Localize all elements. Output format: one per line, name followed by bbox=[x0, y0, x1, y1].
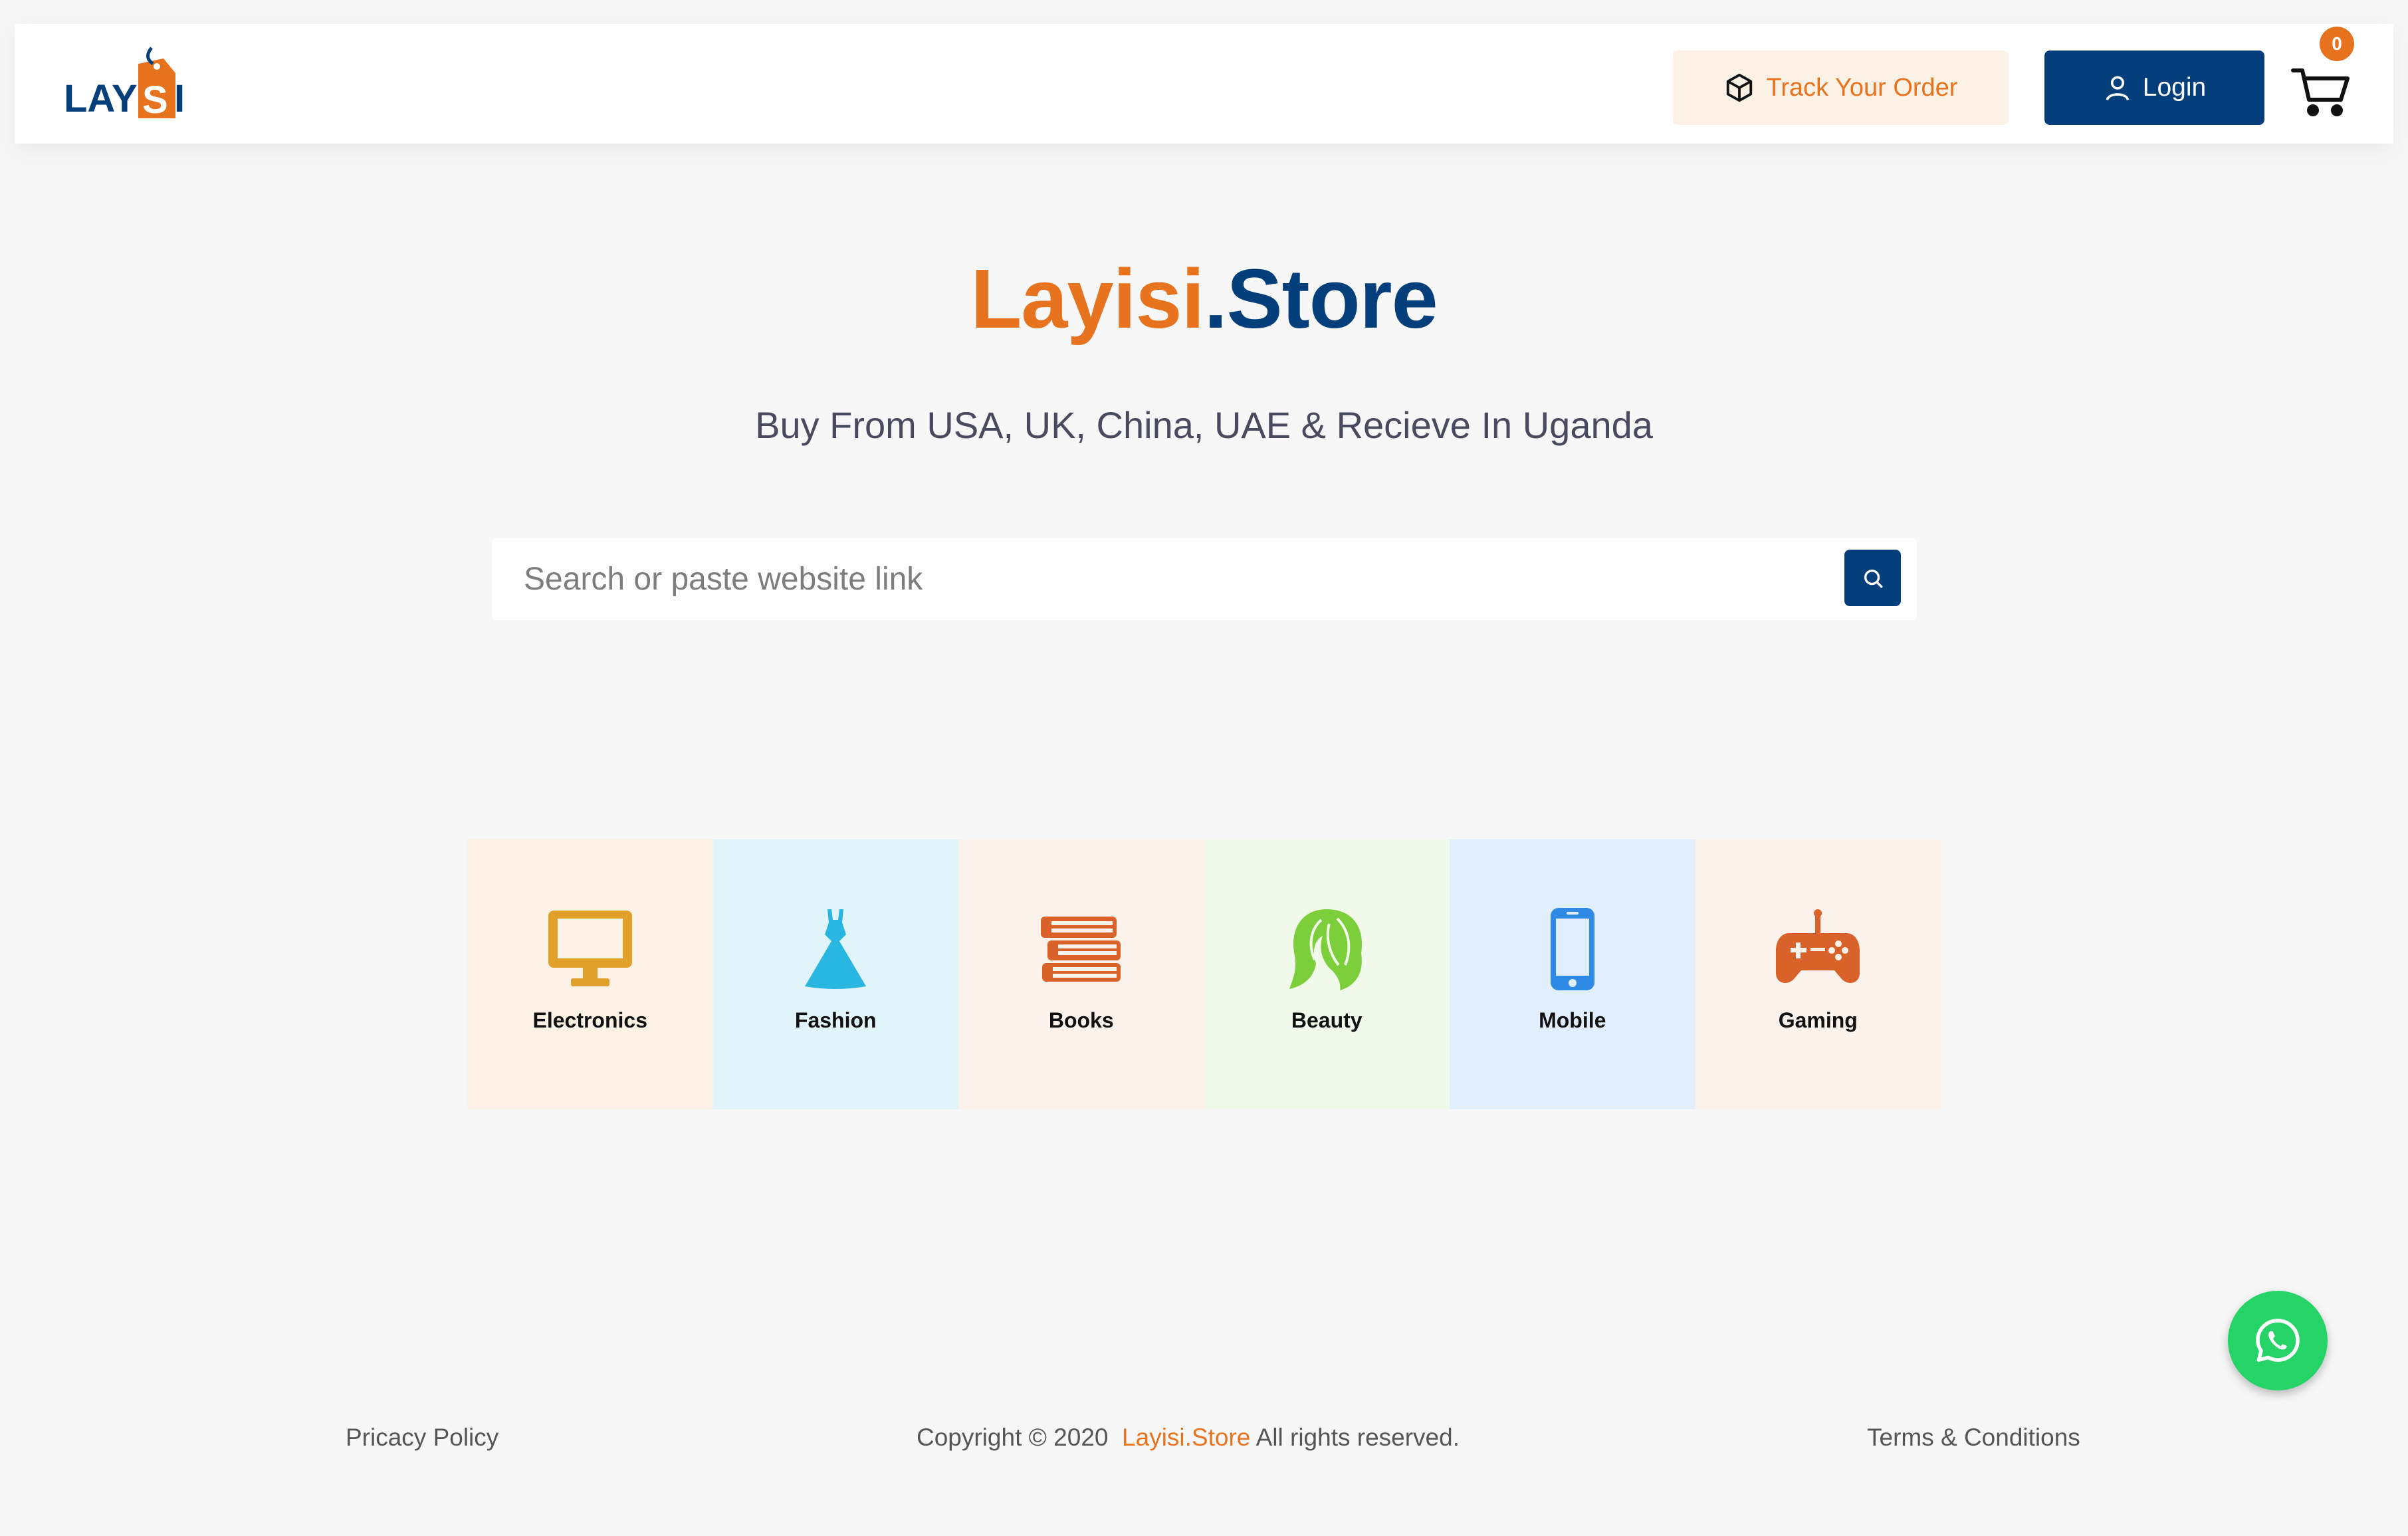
category-label: Beauty bbox=[1291, 1008, 1363, 1032]
login-button[interactable]: Login bbox=[2044, 51, 2264, 125]
monitor-icon bbox=[548, 911, 632, 986]
category-label: Gaming bbox=[1778, 1008, 1858, 1032]
hero-title: Layisi.Store bbox=[0, 246, 2408, 352]
hair-icon bbox=[1289, 909, 1363, 990]
category-gaming[interactable]: Gaming bbox=[1695, 839, 1941, 1109]
user-icon bbox=[2106, 76, 2130, 101]
page: LAYI S I Track Your Order Login 0 Layisi… bbox=[0, 0, 2408, 1536]
hero-suffix: .Store bbox=[1204, 252, 1438, 346]
track-order-label: Track Your Order bbox=[1766, 73, 1958, 102]
top-header: LAYI S I Track Your Order Login bbox=[15, 24, 2393, 144]
category-fashion[interactable]: Fashion bbox=[712, 839, 958, 1109]
layisi-logo[interactable]: LAYI S I bbox=[64, 44, 197, 125]
hero-brand: Layisi bbox=[970, 252, 1204, 346]
cart-count-badge: 0 bbox=[2320, 27, 2354, 61]
search-bar bbox=[492, 538, 1917, 620]
svg-text:I: I bbox=[174, 77, 185, 120]
cart-icon[interactable] bbox=[2290, 65, 2354, 118]
category-mobile[interactable]: Mobile bbox=[1450, 839, 1696, 1109]
search-input[interactable] bbox=[524, 538, 1820, 620]
category-books[interactable]: Books bbox=[958, 839, 1204, 1109]
svg-text:S: S bbox=[142, 78, 168, 122]
gamepad-icon bbox=[1776, 909, 1860, 983]
privacy-policy-link[interactable]: Pricacy Policy bbox=[346, 1422, 498, 1453]
copyright-suffix: All rights reserved. bbox=[1250, 1424, 1460, 1451]
svg-text:LAYI: LAYI bbox=[64, 77, 148, 120]
whatsapp-icon bbox=[2256, 1319, 2300, 1362]
copyright-text: Copyright © 2020 Layisi.Store All rights… bbox=[917, 1422, 1460, 1453]
smartphone-icon bbox=[1550, 908, 1594, 990]
track-order-button[interactable]: Track Your Order bbox=[1673, 51, 2009, 125]
dress-icon bbox=[805, 909, 867, 989]
whatsapp-chat-button[interactable] bbox=[2228, 1291, 2328, 1390]
package-icon bbox=[1726, 73, 1752, 102]
login-label: Login bbox=[2142, 73, 2207, 102]
search-icon bbox=[1864, 569, 1882, 588]
books-icon bbox=[1040, 917, 1121, 982]
terms-conditions-link[interactable]: Terms & Conditions bbox=[1867, 1422, 2080, 1453]
category-label: Electronics bbox=[532, 1008, 647, 1032]
category-beauty[interactable]: Beauty bbox=[1204, 839, 1450, 1109]
hero-tagline: Buy From USA, UK, China, UAE & Recieve I… bbox=[755, 404, 1653, 446]
copyright-prefix: Copyright © 2020 bbox=[917, 1424, 1123, 1451]
category-label: Books bbox=[1048, 1008, 1114, 1032]
category-electronics[interactable]: Electronics bbox=[467, 839, 713, 1109]
category-label: Mobile bbox=[1539, 1008, 1606, 1032]
category-grid: Electronics Fashion Books Beauty Mobile … bbox=[467, 839, 1941, 1109]
copyright-brand-link[interactable]: Layisi.Store bbox=[1122, 1424, 1250, 1451]
category-label: Fashion bbox=[794, 1008, 877, 1032]
search-button[interactable] bbox=[1844, 550, 1901, 606]
